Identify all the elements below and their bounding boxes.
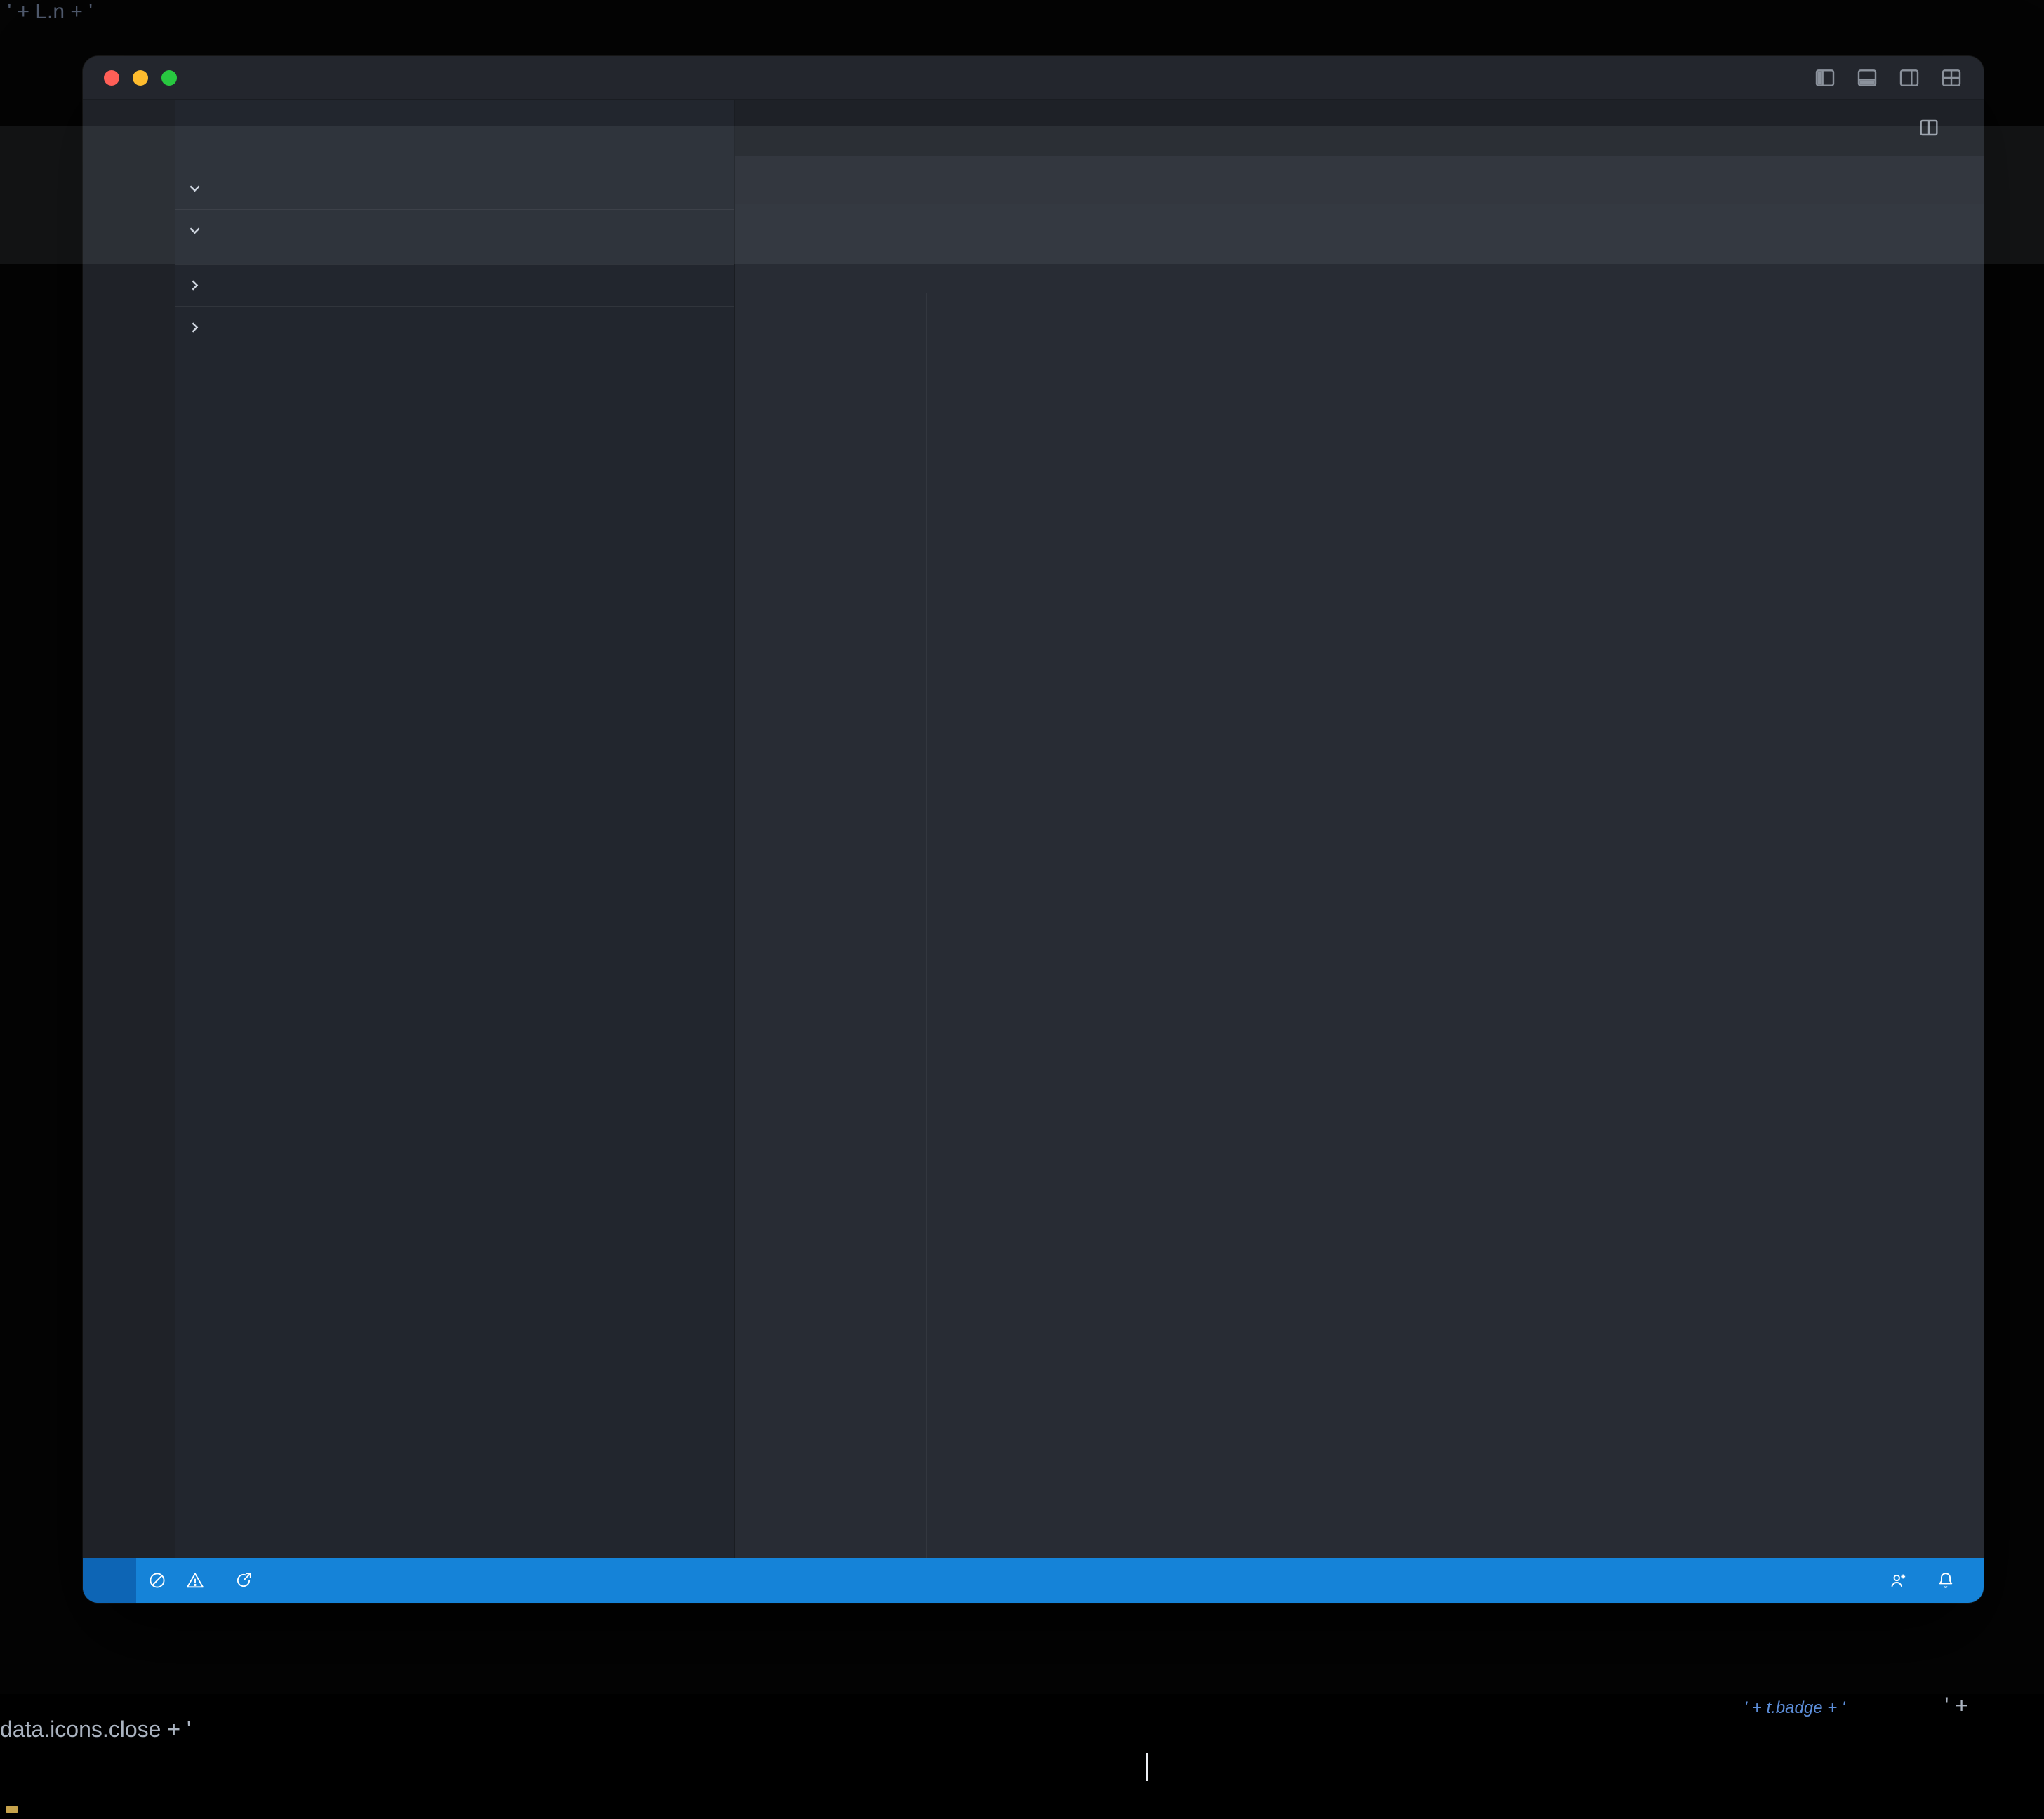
customize-layout-icon[interactable] — [1939, 67, 1964, 89]
vscode-window — [83, 56, 1984, 1603]
status-right — [1690, 1558, 1984, 1603]
eol-status[interactable] — [1774, 1558, 1799, 1603]
toggle-panel-icon[interactable] — [1854, 67, 1880, 89]
tab-label: ' + t.label + ' — [1591, 1704, 1651, 1716]
status-left — [83, 1558, 271, 1603]
solidity-file-icon: ' + SOL_ICON + ' — [1459, 1704, 1546, 1716]
line-number[interactable]: ' + L.n + ' — [0, 0, 93, 24]
error-icon — [147, 1571, 167, 1590]
live-share-icon — [234, 1571, 253, 1590]
encoding-status[interactable] — [1746, 1558, 1771, 1603]
title-bar — [83, 56, 1984, 100]
close-tab-icon[interactable]: ' + data.icons.close + ' — [0, 1693, 1968, 1742]
toggle-sidebar-icon[interactable] — [1812, 67, 1838, 89]
minimize-window-button[interactable] — [133, 70, 148, 86]
solidity-file-icon: ' + SOL_ICON + ' — [1862, 1728, 1949, 1740]
live-share-status[interactable] — [223, 1558, 271, 1603]
toggle-secondary-sidebar-icon[interactable] — [1897, 67, 1922, 89]
close-window-button[interactable] — [104, 70, 119, 86]
code-editor[interactable] — [735, 204, 1984, 1558]
outline-section-header[interactable] — [175, 264, 734, 306]
bell-icon — [1936, 1571, 1956, 1590]
zoom-window-button[interactable] — [161, 70, 177, 86]
workbench — [83, 100, 1984, 1558]
indentation-status[interactable] — [1718, 1558, 1743, 1603]
text-cursor — [1146, 1753, 1148, 1781]
modified-line-mark — [6, 1806, 18, 1813]
language-status[interactable] — [1802, 1558, 1827, 1603]
layout-controls — [1812, 67, 1964, 89]
status-bar — [83, 1558, 1984, 1603]
indent-guide — [926, 293, 927, 1558]
person-plus-icon — [1888, 1571, 1908, 1590]
tab-problems-badge: ' + t.badge + ' — [1744, 1698, 1845, 1717]
chevron-right-icon — [186, 319, 204, 336]
feedback-status[interactable] — [1876, 1558, 1920, 1603]
editor-group — [735, 100, 1984, 1558]
remote-indicator[interactable] — [83, 1558, 136, 1603]
timeline-section-header[interactable] — [175, 306, 734, 348]
problems-status[interactable] — [136, 1558, 223, 1603]
chevron-right-icon — [186, 276, 204, 294]
traffic-lights — [104, 70, 177, 86]
cursor-position-status[interactable] — [1690, 1558, 1715, 1603]
activity-bar — [83, 100, 175, 1558]
warning-icon — [185, 1571, 205, 1590]
formatter-status[interactable] — [1830, 1558, 1873, 1603]
notifications-status[interactable] — [1923, 1558, 1968, 1603]
explorer-sidebar — [175, 100, 735, 1558]
minimap-viewport[interactable] — [0, 126, 2044, 264]
